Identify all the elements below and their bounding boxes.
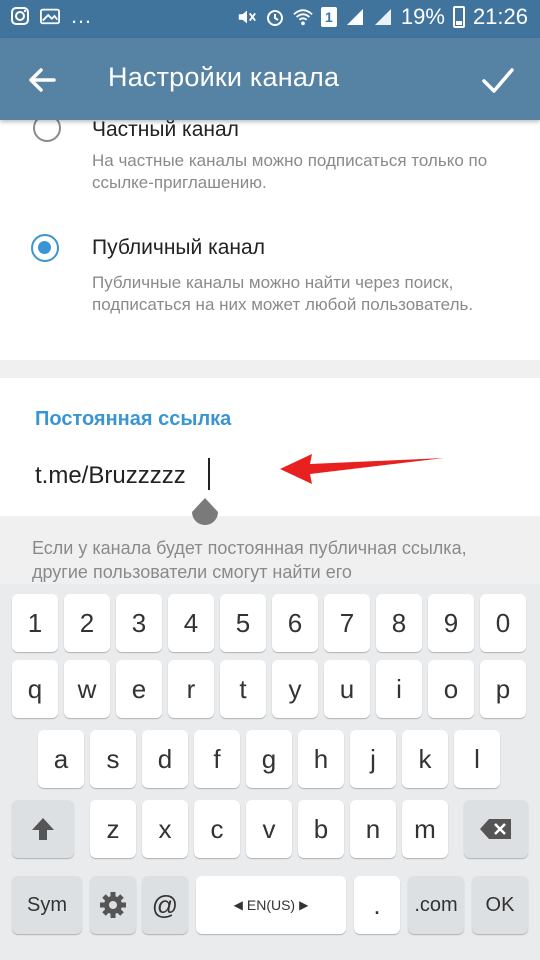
space-key[interactable]: ◀ EN(US) ▶ [196,876,346,934]
key-9[interactable]: 9 [428,594,474,652]
key-c[interactable]: c [194,800,240,858]
settings-key[interactable] [90,876,136,934]
key-6[interactable]: 6 [272,594,318,652]
space-key-label: EN(US) [246,897,296,913]
key-m[interactable]: m [402,800,448,858]
key-n[interactable]: n [350,800,396,858]
done-button[interactable] [476,58,520,102]
key-e[interactable]: e [116,660,162,718]
key-p[interactable]: p [480,660,526,718]
status-right-icons: 1 19% 21:26 [237,4,528,30]
app-bar: Настройки канала [0,38,540,120]
permanent-link-input[interactable]: t.me/Bruzzzzz [35,462,186,490]
key-y[interactable]: y [272,660,318,718]
key-g[interactable]: g [246,730,292,788]
key-7[interactable]: 7 [324,594,370,652]
battery-percent: 19% [400,4,445,29]
cursor-handle-icon[interactable] [190,498,220,532]
backspace-key[interactable] [464,800,528,858]
battery-icon [452,6,465,28]
chevron-right-icon: ▶ [299,898,309,912]
shift-icon [32,818,54,840]
chevron-left-icon: ◀ [233,898,243,912]
dotcom-key[interactable]: .com [408,876,464,934]
key-t[interactable]: t [220,660,266,718]
ok-key[interactable]: OK [472,876,528,934]
key-h[interactable]: h [298,730,344,788]
more-dots-icon: … [70,3,92,28]
key-0[interactable]: 0 [480,594,526,652]
key-4[interactable]: 4 [168,594,214,652]
clock: 21:26 [472,4,528,29]
page-title: Настройки канала [108,62,340,92]
signal-icon [345,7,365,27]
checkmark-icon [482,68,514,93]
public-channel-title[interactable]: Публичный канал [92,236,265,260]
status-left-icons: … [10,3,92,28]
back-button[interactable] [22,60,62,100]
annotation-arrow-icon [280,454,444,484]
permanent-link-info: Если у канала будет постоянная публичная… [32,538,467,582]
shift-key[interactable] [12,800,74,858]
key-8[interactable]: 8 [376,594,422,652]
gallery-icon [40,6,60,26]
arrow-back-icon [29,68,56,92]
key-l[interactable]: l [454,730,500,788]
signal-icon [373,7,393,27]
key-u[interactable]: u [324,660,370,718]
public-channel-radio[interactable] [31,234,59,262]
permanent-link-section: Постоянная ссылка t.me/Bruzzzzz [0,378,540,516]
key-3[interactable]: 3 [116,594,162,652]
instagram-icon [10,6,30,26]
backspace-icon [480,819,511,839]
key-w[interactable]: w [64,660,110,718]
key-k[interactable]: k [402,730,448,788]
mute-icon [237,7,257,27]
key-o[interactable]: o [428,660,474,718]
period-key[interactable]: . [354,876,400,934]
key-d[interactable]: d [142,730,188,788]
key-f[interactable]: f [194,730,240,788]
key-5[interactable]: 5 [220,594,266,652]
key-z[interactable]: z [90,800,136,858]
private-channel-description: На частные каналы можно подписаться толь… [92,151,488,192]
sym-key[interactable]: Sym [12,876,82,934]
sim-icon: 1 [320,7,337,27]
key-s[interactable]: s [90,730,136,788]
key-i[interactable]: i [376,660,422,718]
key-b[interactable]: b [298,800,344,858]
channel-type-section: Частный канал На частные каналы можно по… [0,114,540,360]
gear-icon [100,892,126,918]
key-j[interactable]: j [350,730,396,788]
permanent-link-header: Постоянная ссылка [35,408,232,430]
at-key[interactable]: @ [142,876,188,934]
public-channel-description: Публичные каналы можно найти через поиск… [92,273,474,314]
text-caret [208,458,210,490]
key-2[interactable]: 2 [64,594,110,652]
key-x[interactable]: x [142,800,188,858]
key-r[interactable]: r [168,660,214,718]
alarm-icon [265,7,285,27]
key-1[interactable]: 1 [12,594,58,652]
key-v[interactable]: v [246,800,292,858]
key-q[interactable]: q [12,660,58,718]
wifi-icon [293,7,313,27]
key-a[interactable]: a [38,730,84,788]
status-bar: … 1 19% 21:26 [0,0,540,38]
private-channel-title[interactable]: Частный канал [92,118,239,142]
keyboard: 1 2 3 4 5 6 7 8 9 0 q w e r t y u i o p a s d f g h j k l z x c v b n m Sym @… [0,584,540,960]
